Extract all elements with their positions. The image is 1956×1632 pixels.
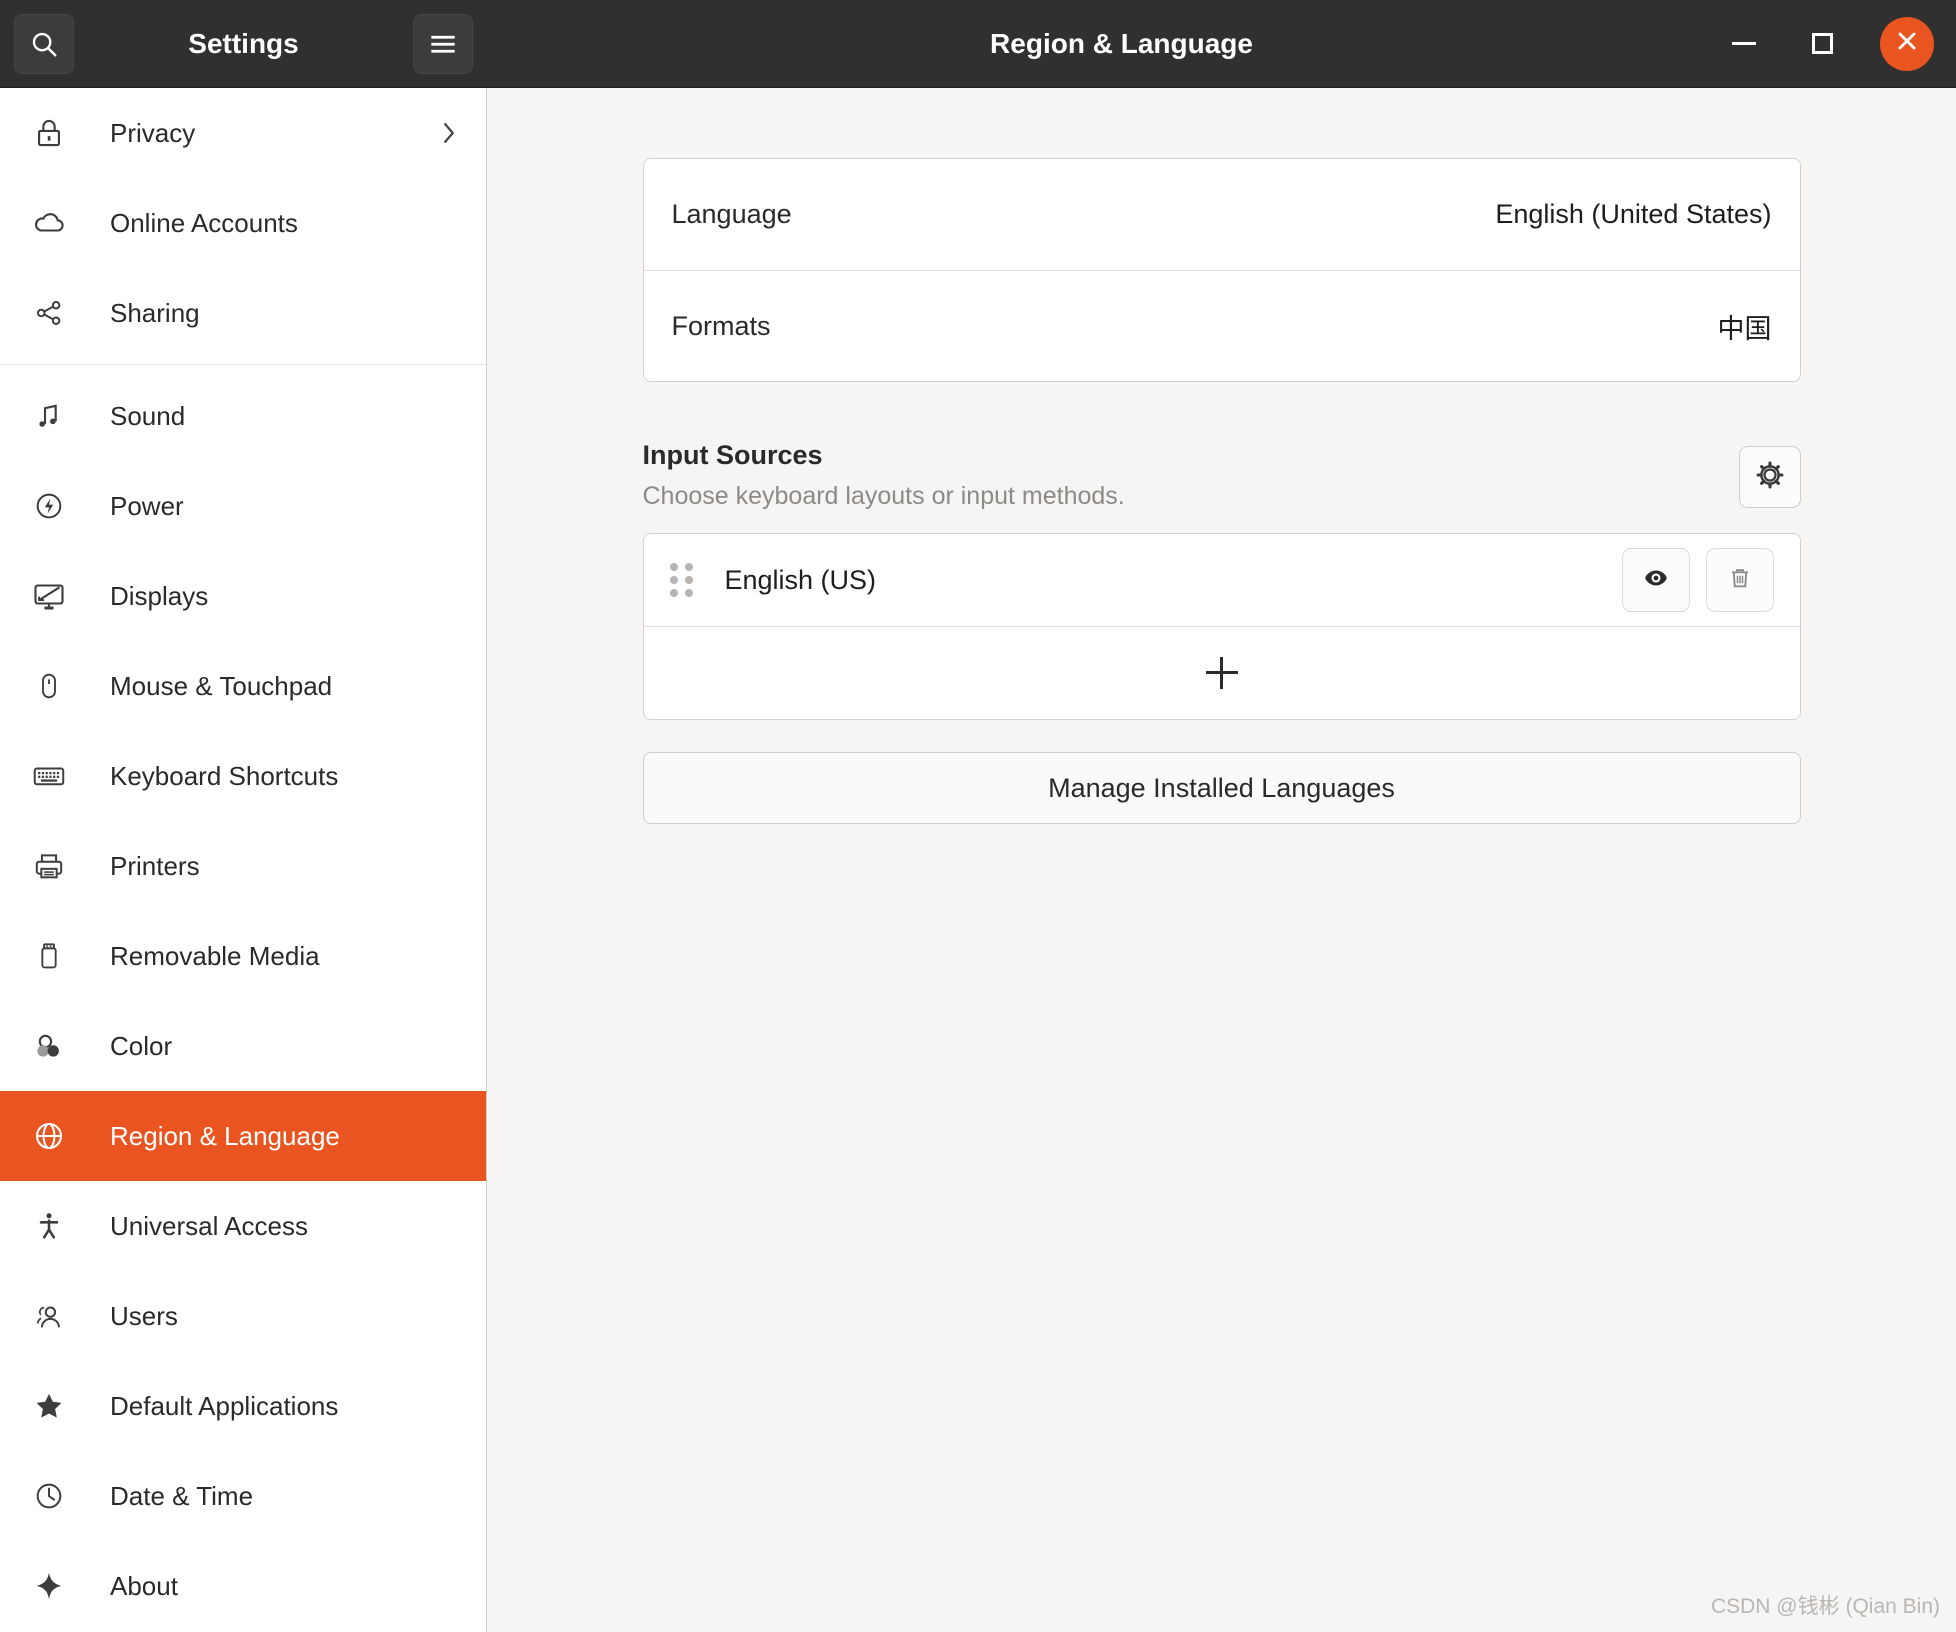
sidebar-item-label: Users [110,1300,178,1331]
sidebar-item-users[interactable]: Users [0,1271,486,1361]
sidebar-item-label: Displays [110,580,209,611]
main-panel: Language English (United States) Formats… [487,88,1956,1632]
formats-value: 中国 [1717,313,1772,344]
sidebar-item-label: Sound [110,400,186,431]
formats-row[interactable]: Formats 中国 [643,270,1800,381]
share-icon [26,296,72,330]
menu-button[interactable] [413,13,473,74]
close-button[interactable] [1880,16,1934,71]
input-sources-options-button[interactable] [1738,446,1801,508]
accessibility-icon [26,1209,72,1243]
display-icon [26,578,72,614]
users-icon [26,1299,72,1333]
keyboard-icon [26,758,72,794]
sidebar-headerbar: Settings [0,0,487,87]
input-source-name: English (US) [724,564,877,595]
hamburger-menu-icon [429,32,457,56]
mouse-icon [26,670,72,702]
color-circles-icon [26,1029,72,1063]
sidebar-item-label: Default Applications [110,1390,339,1421]
sidebar-item-power[interactable]: Power [0,461,486,551]
sidebar-item-label: Privacy [110,117,196,148]
trash-icon [1725,563,1755,598]
sidebar-item-label: Mouse & Touchpad [110,670,333,701]
sidebar-item-label: About [110,1570,178,1601]
plus-icon [1205,657,1238,689]
input-sources-title: Input Sources [642,440,823,470]
maximize-button[interactable] [1802,24,1842,64]
sidebar-item-label: Removable Media [110,940,320,971]
chevron-right-icon [438,118,460,148]
content-column: Language English (United States) Formats… [642,88,1801,824]
input-sources-subtitle: Choose keyboard layouts or input methods… [642,482,1125,510]
settings-window: Settings Region & Language Privacy Onlin… [0,0,1956,1632]
sidebar-item-keyboard-shortcuts[interactable]: Keyboard Shortcuts [0,731,486,821]
search-button[interactable] [14,13,74,74]
star-icon [26,1389,72,1423]
music-note-icon [26,400,72,432]
sidebar-item-mouse-touchpad[interactable]: Mouse & Touchpad [0,641,486,731]
input-source-actions [1621,548,1774,612]
sidebar-item-region-and-language[interactable]: Region & Language [0,1091,486,1181]
window-body: Privacy Online Accounts Sharing Sound Po… [0,88,1956,1632]
sidebar-item-label: Sharing [110,297,200,328]
sidebar-item-sound[interactable]: Sound [0,371,486,461]
sidebar-item-label: Power [110,490,184,521]
formats-label: Formats [671,310,771,341]
language-value: English (United States) [1495,199,1772,229]
sidebar-item-label: Color [110,1030,173,1061]
locale-card: Language English (United States) Formats… [642,158,1801,382]
sidebar-item-label: Printers [110,850,200,881]
sidebar-separator [0,364,486,365]
sidebar-item-sharing[interactable]: Sharing [0,268,486,358]
sidebar-item-universal-access[interactable]: Universal Access [0,1181,486,1271]
usb-drive-icon [26,940,72,972]
lock-icon [26,116,72,150]
remove-input-source-button[interactable] [1705,548,1774,612]
main-headerbar: Region & Language [487,0,1956,87]
sidebar-item-label: Online Accounts [110,207,298,238]
sidebar-item-printers[interactable]: Printers [0,821,486,911]
sidebar-item-displays[interactable]: Displays [0,551,486,641]
titlebar: Settings Region & Language [0,0,1956,88]
manage-installed-languages-button[interactable]: Manage Installed Languages [642,752,1801,824]
watermark: CSDN @钱彬 (Qian Bin) [1710,1595,1940,1618]
sidebar: Privacy Online Accounts Sharing Sound Po… [0,88,487,1632]
maximize-icon [1811,33,1833,54]
search-icon [29,29,59,59]
power-bolt-icon [26,489,72,523]
sidebar-item-removable-media[interactable]: Removable Media [0,911,486,1001]
sidebar-item-color[interactable]: Color [0,1001,486,1091]
input-sources-header: Input Sources Choose keyboard layouts or… [643,440,1801,511]
minimize-icon [1732,42,1756,45]
sidebar-item-privacy[interactable]: Privacy [0,88,486,178]
input-source-row[interactable]: English (US) [643,534,1800,626]
input-sources-card: English (US) [642,533,1801,720]
page-title: Region & Language [990,27,1253,59]
preview-layout-button[interactable] [1621,548,1690,612]
sparkle-icon [26,1569,72,1603]
window-controls [1724,16,1934,71]
eye-icon [1640,562,1672,599]
sidebar-item-label: Region & Language [110,1120,340,1151]
input-sources-heading-block: Input Sources Choose keyboard layouts or… [643,440,1125,511]
drag-handle-icon[interactable] [669,563,693,597]
sidebar-item-label: Date & Time [110,1480,254,1511]
language-label: Language [671,199,792,229]
clock-icon [26,1479,72,1513]
close-icon [1894,28,1920,59]
sidebar-item-label: Keyboard Shortcuts [110,760,339,791]
printer-icon [26,849,72,883]
sidebar-item-online-accounts[interactable]: Online Accounts [0,178,486,268]
gear-icon [1753,458,1787,497]
minimize-button[interactable] [1724,24,1764,64]
globe-icon [26,1118,72,1154]
language-row[interactable]: Language English (United States) [643,159,1800,270]
sidebar-item-default-applications[interactable]: Default Applications [0,1361,486,1451]
sidebar-item-date-and-time[interactable]: Date & Time [0,1451,486,1541]
sidebar-item-label: Universal Access [110,1210,308,1241]
sidebar-item-about[interactable]: About [0,1541,486,1631]
add-input-source-button[interactable] [643,626,1800,719]
cloud-icon [26,205,72,241]
